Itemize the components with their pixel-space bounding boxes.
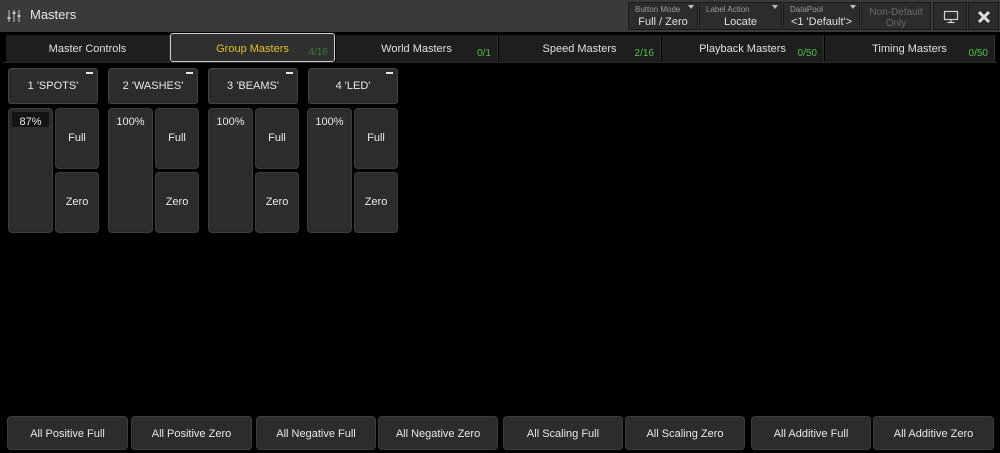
all-negative-full-button[interactable]: All Negative Full <box>256 416 376 450</box>
fader-percent: 100% <box>315 116 344 128</box>
tab-count: 0/50 <box>968 48 988 59</box>
all-positive-full-button[interactable]: All Positive Full <box>7 416 128 450</box>
dropdown-marker-icon <box>772 5 778 9</box>
display-button[interactable] <box>933 2 967 30</box>
fader-percent: 100% <box>116 116 145 128</box>
all-scaling-zero-button[interactable]: All Scaling Zero <box>625 416 745 450</box>
zero-button-label: Zero <box>364 196 388 208</box>
zero-button[interactable]: Zero <box>155 172 199 233</box>
non-default-value: Only <box>885 18 907 29</box>
full-button-label: Full <box>367 132 385 144</box>
tab-label: Master Controls <box>48 43 127 55</box>
full-button-label: Full <box>68 132 86 144</box>
group-master-header[interactable]: 1 'SPOTS' <box>8 68 98 104</box>
close-button[interactable] <box>968 2 999 30</box>
tab-playback-masters[interactable]: Playback Masters 0/50 <box>662 35 824 62</box>
full-button[interactable]: Full <box>255 108 299 169</box>
full-button-label: Full <box>168 132 186 144</box>
tab-count: 2/16 <box>634 48 654 59</box>
close-icon <box>976 9 992 30</box>
datapool-selector[interactable]: DataPool <1 'Default'> <box>783 2 860 30</box>
group-fader[interactable]: 100% <box>307 108 352 233</box>
zero-button[interactable]: Zero <box>55 172 99 233</box>
bottom-button-label: All Negative Full <box>276 428 356 440</box>
full-button-label: Full <box>268 132 286 144</box>
group-master-header[interactable]: 3 'BEAMS' <box>208 68 298 104</box>
master-tabs: Master Controls Group Masters 4/16 World… <box>0 32 1000 62</box>
title-bar: Masters Button Mode Full / Zero Label Ac… <box>0 0 1000 33</box>
bottom-button-label: All Scaling Full <box>526 428 600 440</box>
tab-group-masters[interactable]: Group Masters 4/16 <box>170 33 335 62</box>
zero-button-label: Zero <box>265 196 289 208</box>
all-scaling-full-button[interactable]: All Scaling Full <box>503 416 623 450</box>
zero-button-label: Zero <box>65 196 89 208</box>
options-tick-icon <box>386 72 393 74</box>
bottom-button-label: All Positive Full <box>30 428 105 440</box>
fader-fill <box>212 112 249 229</box>
all-additive-full-button[interactable]: All Additive Full <box>751 416 871 450</box>
zero-button-label: Zero <box>165 196 189 208</box>
group-master-header[interactable]: 4 'LED' <box>308 68 398 104</box>
zero-button[interactable]: Zero <box>255 172 299 233</box>
all-additive-zero-button[interactable]: All Additive Zero <box>873 416 994 450</box>
group-name: 1 'SPOTS' <box>27 80 79 92</box>
fader-fill <box>12 127 49 229</box>
full-button[interactable]: Full <box>55 108 99 169</box>
group-name: 4 'LED' <box>335 80 371 92</box>
all-positive-zero-button[interactable]: All Positive Zero <box>131 416 252 450</box>
tab-count: 0/1 <box>477 48 491 59</box>
datapool-value: <1 'Default'> <box>790 16 853 28</box>
options-tick-icon <box>286 72 293 74</box>
non-default-caption: Non-Default <box>869 7 923 18</box>
sliders-icon <box>6 8 22 24</box>
label-action-selector[interactable]: Label Action Locate <box>699 2 782 30</box>
content-frame <box>3 62 997 63</box>
label-action-caption: Label Action <box>706 5 750 14</box>
dropdown-marker-icon <box>688 5 694 9</box>
monitor-icon <box>943 9 959 30</box>
non-default-only-toggle[interactable]: Non-Default Only <box>861 2 931 30</box>
button-mode-value: Full / Zero <box>638 16 688 28</box>
group-master-header[interactable]: 2 'WASHES' <box>108 68 198 104</box>
group-fader[interactable]: 87% <box>8 108 53 233</box>
bottom-button-label: All Additive Zero <box>893 428 974 440</box>
button-mode-selector[interactable]: Button Mode Full / Zero <box>628 2 698 30</box>
bottom-button-label: All Additive Full <box>773 428 849 440</box>
group-fader[interactable]: 100% <box>208 108 253 233</box>
bottom-button-label: All Positive Zero <box>151 428 232 440</box>
bottom-button-label: All Scaling Zero <box>646 428 724 440</box>
options-tick-icon <box>186 72 193 74</box>
tab-master-controls[interactable]: Master Controls <box>6 35 170 62</box>
fader-fill <box>311 112 348 229</box>
tab-count: 4/16 <box>308 47 328 58</box>
full-button[interactable]: Full <box>354 108 398 169</box>
options-tick-icon <box>86 72 93 74</box>
tab-count: 0/50 <box>797 48 817 59</box>
label-action-value: Locate <box>723 16 758 28</box>
zero-button[interactable]: Zero <box>354 172 398 233</box>
datapool-caption: DataPool <box>790 5 823 14</box>
group-name: 3 'BEAMS' <box>227 80 279 92</box>
fader-percent: 87% <box>19 116 42 128</box>
tab-speed-masters[interactable]: Speed Masters 2/16 <box>499 35 661 62</box>
tab-world-masters[interactable]: World Masters 0/1 <box>336 35 498 62</box>
group-fader[interactable]: 100% <box>108 108 153 233</box>
tab-label: World Masters <box>381 43 452 55</box>
window-title: Masters <box>30 7 77 22</box>
fader-fill <box>112 112 149 229</box>
all-negative-zero-button[interactable]: All Negative Zero <box>378 416 498 450</box>
dropdown-marker-icon <box>850 5 856 9</box>
fader-percent: 100% <box>216 116 245 128</box>
full-button[interactable]: Full <box>155 108 199 169</box>
bottom-button-label: All Negative Zero <box>395 428 481 440</box>
tab-timing-masters[interactable]: Timing Masters 0/50 <box>825 35 995 62</box>
button-mode-caption: Button Mode <box>635 5 681 14</box>
group-name: 2 'WASHES' <box>122 80 184 92</box>
